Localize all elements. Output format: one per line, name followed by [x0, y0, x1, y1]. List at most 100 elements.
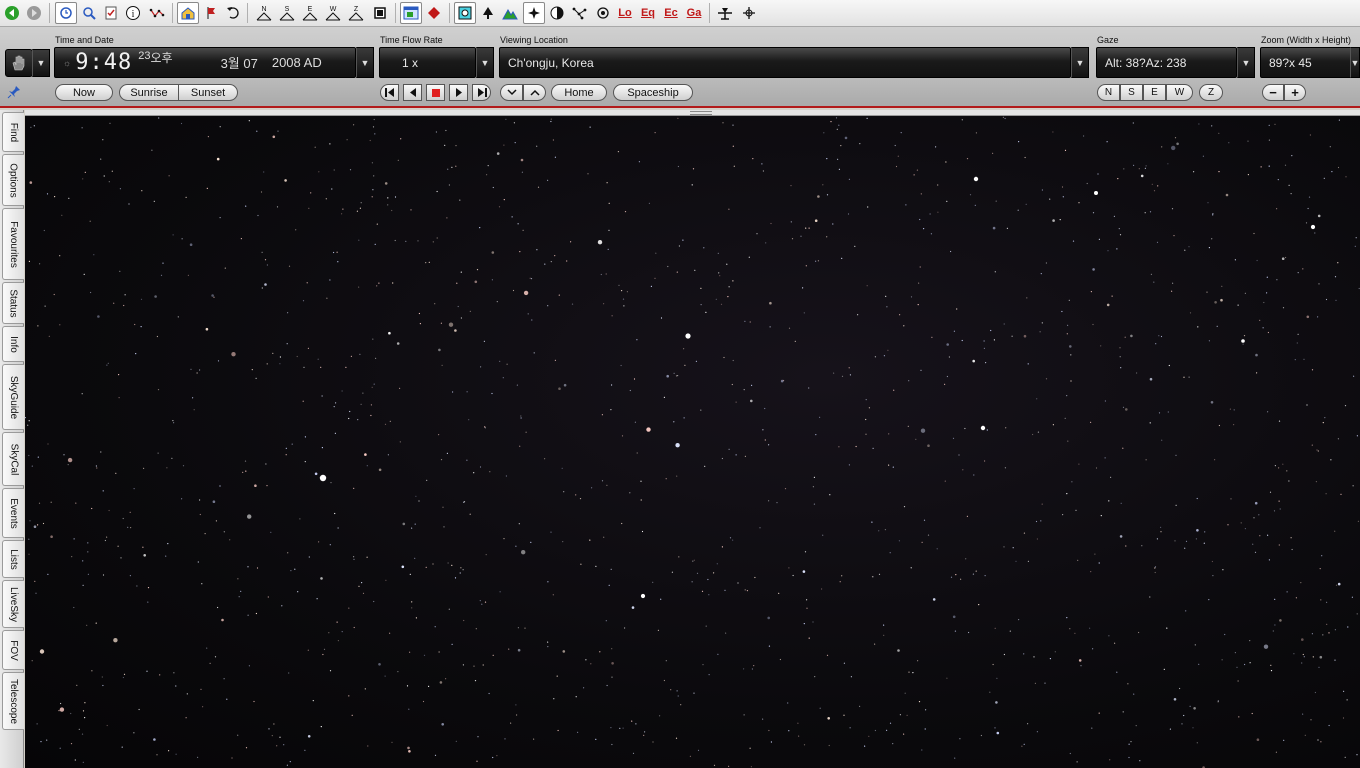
- pin-icon[interactable]: [4, 83, 24, 101]
- viewing-location-field[interactable]: Ch'ongju, Korea: [499, 47, 1071, 78]
- red-diamond-icon[interactable]: [423, 2, 445, 24]
- gaze-east-button[interactable]: E: [1143, 84, 1166, 101]
- zoom-out-button[interactable]: −: [1262, 84, 1284, 101]
- back-icon[interactable]: [1, 2, 23, 24]
- view-square-icon[interactable]: [454, 2, 476, 24]
- globe-icon[interactable]: [546, 2, 568, 24]
- gaze-north-button[interactable]: N: [1097, 84, 1120, 101]
- control-panel: ▼ Time and Date ☼ 9:48 23 오후 3월 07 2008 …: [0, 27, 1360, 108]
- play-icon[interactable]: [449, 84, 468, 101]
- viewing-location-label: Viewing Location: [500, 35, 568, 45]
- equatorial-grid-icon[interactable]: Eq: [637, 2, 659, 24]
- splitter-grip[interactable]: [690, 111, 712, 115]
- zoom-label: Zoom (Width x Height): [1261, 35, 1352, 45]
- north-horizon-icon[interactable]: N: [253, 2, 275, 24]
- find-magnifier-icon[interactable]: [78, 2, 100, 24]
- time-flow-dropdown[interactable]: ▼: [476, 47, 494, 78]
- side-tab-label: LiveSky: [8, 586, 20, 622]
- gaze-south-button[interactable]: S: [1120, 84, 1143, 101]
- chevron-up-icon[interactable]: [523, 84, 546, 101]
- svg-text:S: S: [285, 6, 290, 13]
- year-display: 2008 AD: [271, 55, 322, 70]
- svg-text:i: i: [132, 9, 135, 20]
- chevron-down-icon[interactable]: [500, 84, 523, 101]
- side-tab-label: Find: [7, 122, 19, 142]
- info-icon[interactable]: i: [122, 2, 144, 24]
- undo-icon[interactable]: [222, 2, 244, 24]
- side-tab-label: Info: [8, 335, 19, 353]
- time-date-label: Time and Date: [55, 35, 114, 45]
- svg-text:Z: Z: [354, 6, 359, 13]
- side-tab-fov[interactable]: FOV: [2, 630, 24, 670]
- stop-icon[interactable]: [426, 84, 445, 101]
- zoom-dropdown[interactable]: ▼: [1350, 47, 1360, 78]
- hand-icon: [12, 55, 25, 71]
- side-tab-favourites[interactable]: Favourites: [2, 208, 24, 280]
- local-grid-icon[interactable]: Lo: [614, 2, 636, 24]
- side-tab-events[interactable]: Events: [2, 488, 24, 538]
- side-tab-label: Favourites: [8, 220, 19, 268]
- side-tab-skyguide[interactable]: SkyGuide: [2, 364, 24, 430]
- gaze-field[interactable]: Alt: 38?Az: 238: [1096, 47, 1237, 78]
- spaceship-button[interactable]: Spaceship: [613, 84, 693, 101]
- side-tab-livesky[interactable]: LiveSky: [2, 580, 24, 628]
- zoom-in-button[interactable]: +: [1284, 84, 1306, 101]
- step-back-icon[interactable]: [403, 84, 422, 101]
- ecliptic-grid-icon[interactable]: Ec: [660, 2, 682, 24]
- west-horizon-icon[interactable]: W: [322, 2, 344, 24]
- side-tab-label: FOV: [8, 639, 19, 661]
- time-date-dropdown[interactable]: ▼: [356, 47, 374, 78]
- side-tab-skycal[interactable]: SkyCal: [2, 432, 24, 486]
- now-button[interactable]: Now: [55, 84, 113, 101]
- checklist-icon[interactable]: [100, 2, 122, 24]
- asterism-icon[interactable]: [569, 2, 591, 24]
- galaxy-icon[interactable]: [592, 2, 614, 24]
- time-refresh-icon[interactable]: [55, 2, 77, 24]
- step-back-fast-icon[interactable]: [380, 84, 399, 101]
- telescope-icon[interactable]: [714, 2, 736, 24]
- south-horizon-icon[interactable]: S: [276, 2, 298, 24]
- window-icon[interactable]: [400, 2, 422, 24]
- sky-view[interactable]: [25, 116, 1360, 768]
- gaze-zenith-button[interactable]: Z: [1199, 84, 1223, 101]
- ampm-display: 오후: [150, 51, 173, 65]
- frame-icon[interactable]: [369, 2, 391, 24]
- svg-text:E: E: [308, 6, 313, 13]
- hand-tool-button[interactable]: [5, 49, 33, 77]
- step-forward-fast-icon[interactable]: [472, 84, 491, 101]
- tree-icon[interactable]: [477, 2, 499, 24]
- side-tab-find[interactable]: Find: [2, 112, 24, 152]
- sunset-button[interactable]: Sunset: [178, 84, 238, 101]
- side-tab-label: Events: [8, 497, 20, 529]
- time-flow-field[interactable]: 1 x: [379, 47, 476, 78]
- side-tab-telescope[interactable]: Telescope: [2, 672, 24, 730]
- time-flow-label: Time Flow Rate: [380, 35, 443, 45]
- side-tab-info[interactable]: Info: [2, 326, 24, 362]
- forward-icon[interactable]: [23, 2, 45, 24]
- time-date-field[interactable]: ☼ 9:48 23 오후 3월 07 2008 AD: [54, 47, 356, 78]
- side-tab-status[interactable]: Status: [2, 282, 24, 324]
- side-tab-lists[interactable]: Lists: [2, 540, 24, 578]
- crosshair-icon[interactable]: [738, 2, 760, 24]
- mountain-icon[interactable]: [499, 2, 521, 24]
- viewing-location-dropdown[interactable]: ▼: [1071, 47, 1089, 78]
- galactic-grid-icon[interactable]: Ga: [683, 2, 705, 24]
- star-field: [25, 116, 1360, 768]
- home-button[interactable]: Home: [551, 84, 607, 101]
- zoom-field[interactable]: 89?x 45: [1260, 47, 1355, 78]
- gaze-dropdown[interactable]: ▼: [1237, 47, 1255, 78]
- side-tab-bar: Find Options Favourites Status Info SkyGuide S…: [0, 110, 24, 768]
- star-icon[interactable]: [523, 2, 545, 24]
- flag-icon[interactable]: [200, 2, 222, 24]
- east-horizon-icon[interactable]: E: [299, 2, 321, 24]
- hand-tool-dropdown[interactable]: ▼: [32, 49, 50, 77]
- side-tab-options[interactable]: Options: [2, 154, 24, 206]
- side-tab-label: Options: [8, 162, 19, 198]
- constellation-icon[interactable]: [146, 2, 168, 24]
- side-tab-label: SkyCal: [8, 443, 19, 475]
- side-tab-label: Status: [8, 288, 20, 318]
- home-icon[interactable]: [177, 2, 199, 24]
- zenith-icon[interactable]: Z: [345, 2, 367, 24]
- sunrise-button[interactable]: Sunrise: [119, 84, 179, 101]
- gaze-west-button[interactable]: W: [1166, 84, 1193, 101]
